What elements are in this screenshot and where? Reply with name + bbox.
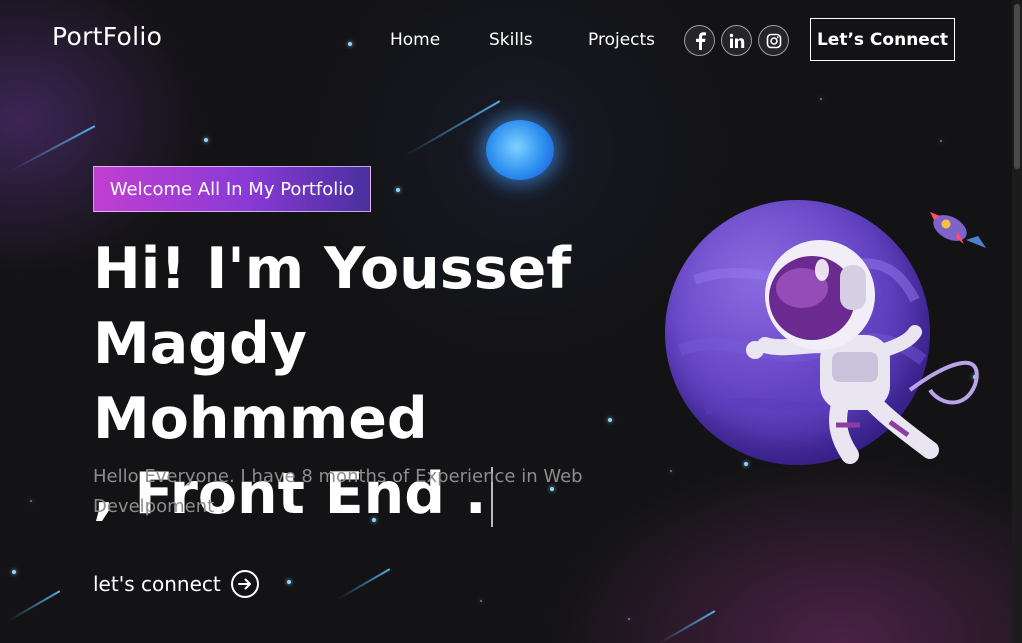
page-scrollbar[interactable] [1012,0,1022,643]
star [940,140,942,142]
hero-section: PortFolio Home Skills Projects Let’s Con… [0,0,1022,643]
star [30,500,32,502]
star [348,42,352,46]
glowing-orb-illustration [486,120,554,180]
star [628,618,630,620]
star [480,600,482,602]
star [820,98,822,100]
lets-connect-link[interactable]: let's connect [93,570,259,598]
shooting-star [658,610,716,643]
star [396,188,400,192]
intro-text: Hello Everyone. I have 8 months of Exper… [93,466,583,517]
star [287,580,291,584]
lets-connect-button[interactable]: Let’s Connect [810,18,955,61]
arrow-right-circle-icon [230,570,259,598]
scrollbar-thumb[interactable] [1014,4,1020,169]
linkedin-icon[interactable] [721,25,752,56]
star [670,470,672,472]
headline-line: Hi! I'm Youssef [93,236,572,302]
facebook-icon[interactable] [684,25,715,56]
astronaut-illustration [740,240,985,470]
rocket-illustration [928,210,988,250]
shooting-star [337,568,391,600]
star [204,138,208,142]
nav-skills[interactable]: Skills [489,30,533,50]
shooting-star [7,590,61,622]
site-logo[interactable]: PortFolio [52,22,162,51]
headline-line: Magdy Mohmmed [93,311,428,452]
nav-projects[interactable]: Projects [588,30,655,50]
star [12,570,16,574]
cta-label: let's connect [93,572,221,596]
shooting-star [10,125,96,172]
social-links [684,25,789,56]
welcome-tagline: Welcome All In My Portfolio [93,166,371,212]
nav-home[interactable]: Home [390,30,440,50]
instagram-icon[interactable] [758,25,789,56]
